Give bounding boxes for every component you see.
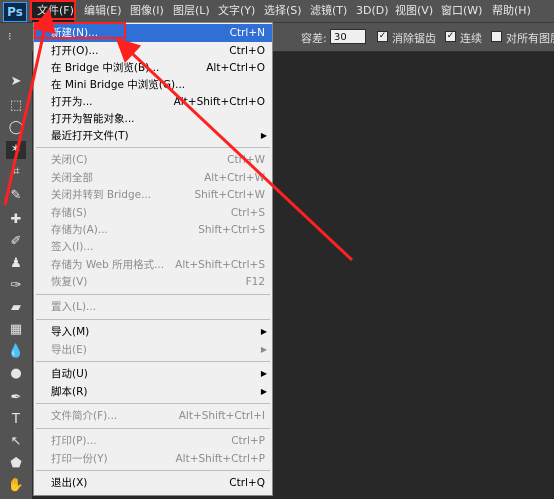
- annotation-arrow-to-new-item: [115, 37, 354, 262]
- annotation-arrow-to-file-menu: [3, 8, 56, 206]
- annotation-arrows: [3, 8, 354, 262]
